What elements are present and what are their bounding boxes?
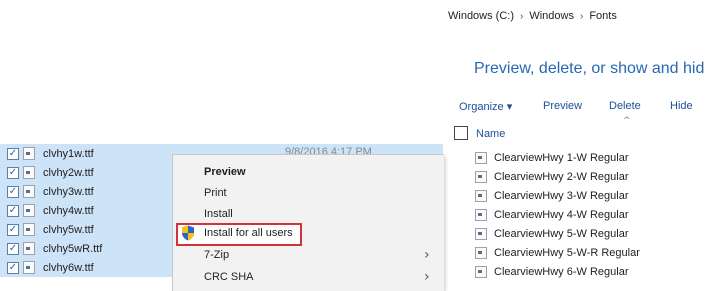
font-name: ClearviewHwy 5-W-R Regular <box>494 246 640 259</box>
font-item-6w[interactable]: ClearviewHwy 6-W Regular <box>475 262 628 281</box>
font-item-4w[interactable]: ClearviewHwy 4-W Regular <box>475 205 628 224</box>
page-title: Preview, delete, or show and hide <box>474 60 705 77</box>
font-file-icon <box>475 265 487 278</box>
file-name: clvhy2w.ttf <box>43 166 94 179</box>
row-checkbox[interactable]: ✓ <box>7 223 19 236</box>
delete-button[interactable]: Delete <box>609 100 641 112</box>
breadcrumb-item-windows[interactable]: Windows <box>529 10 574 22</box>
hide-button[interactable]: Hide <box>670 100 693 112</box>
chevron-right-icon: › <box>579 10 584 22</box>
row-checkbox[interactable]: ✓ <box>7 147 19 160</box>
chevron-right-icon: › <box>520 10 524 22</box>
row-checkbox[interactable]: ✓ <box>7 204 19 217</box>
font-file-icon <box>23 147 35 160</box>
row-checkbox[interactable]: ✓ <box>7 261 19 274</box>
font-name: ClearviewHwy 3-W Regular <box>494 189 629 202</box>
menu-item-label: Install for all users <box>204 227 293 239</box>
font-name: ClearviewHwy 5-W Regular <box>494 227 629 240</box>
chevron-right-icon: › <box>424 247 430 263</box>
menu-item-install[interactable]: Install <box>173 204 444 225</box>
breadcrumb-item-drive[interactable]: Windows (C:) <box>448 10 514 22</box>
font-file-icon <box>475 170 487 183</box>
file-name: clvhy5wR.ttf <box>43 242 103 255</box>
row-checkbox[interactable]: ✓ <box>7 166 19 179</box>
row-checkbox[interactable]: ✓ <box>7 242 19 255</box>
menu-item-install-for-all-users[interactable]: Install for all users <box>173 223 444 246</box>
font-item-1w[interactable]: ClearviewHwy 1-W Regular <box>475 148 628 167</box>
font-file-icon <box>23 223 35 236</box>
context-menu: Preview Print Install Install for all us… <box>172 154 444 291</box>
font-file-icon <box>23 185 35 198</box>
font-name: ClearviewHwy 2-W Regular <box>494 170 629 183</box>
font-file-icon <box>475 246 487 259</box>
font-name: ClearviewHwy 6-W Regular <box>494 265 629 278</box>
font-file-icon <box>23 242 35 255</box>
preview-button[interactable]: Preview <box>543 100 582 112</box>
font-file-icon <box>23 204 35 217</box>
file-name: clvhy5w.ttf <box>43 223 94 236</box>
menu-item-crc-sha[interactable]: CRC SHA › <box>173 267 444 288</box>
column-header-label: Name <box>476 128 506 140</box>
file-name: clvhy4w.ttf <box>43 204 94 217</box>
menu-item-label: Install <box>204 208 233 220</box>
sort-indicator-icon: ^ <box>623 116 631 126</box>
shield-icon <box>182 225 194 241</box>
menu-item-print[interactable]: Print <box>173 183 444 204</box>
file-name: clvhy1w.ttf <box>43 147 94 160</box>
menu-item-label: Print <box>204 187 227 199</box>
font-file-icon <box>475 208 487 221</box>
font-file-icon <box>475 227 487 240</box>
font-file-icon <box>475 189 487 202</box>
menu-item-label: CRC SHA <box>204 271 254 283</box>
font-name: ClearviewHwy 1-W Regular <box>494 151 629 164</box>
menu-item-7zip[interactable]: 7-Zip › <box>173 245 444 266</box>
menu-item-label: Preview <box>204 166 246 178</box>
file-name: clvhy6w.ttf <box>43 261 94 274</box>
font-file-icon <box>475 151 487 164</box>
breadcrumb-item-fonts[interactable]: Fonts <box>589 10 617 22</box>
menu-item-label: 7-Zip <box>204 249 230 261</box>
organize-button[interactable]: Organize ▾ <box>459 100 512 113</box>
font-item-5w[interactable]: ClearviewHwy 5-W Regular <box>475 224 628 243</box>
font-name: ClearviewHwy 4-W Regular <box>494 208 629 221</box>
font-item-3w[interactable]: ClearviewHwy 3-W Regular <box>475 186 628 205</box>
font-item-2w[interactable]: ClearviewHwy 2-W Regular <box>475 167 628 186</box>
breadcrumb: Windows (C:) › Windows › Fonts <box>448 10 617 22</box>
chevron-right-icon: › <box>424 269 430 285</box>
file-name: clvhy3w.ttf <box>43 185 94 198</box>
row-checkbox[interactable]: ✓ <box>7 185 19 198</box>
font-file-icon <box>23 166 35 179</box>
select-all-checkbox[interactable] <box>454 126 468 140</box>
font-file-icon <box>23 261 35 274</box>
menu-item-preview[interactable]: Preview <box>173 162 444 183</box>
font-item-5wr[interactable]: ClearviewHwy 5-W-R Regular <box>475 243 640 262</box>
